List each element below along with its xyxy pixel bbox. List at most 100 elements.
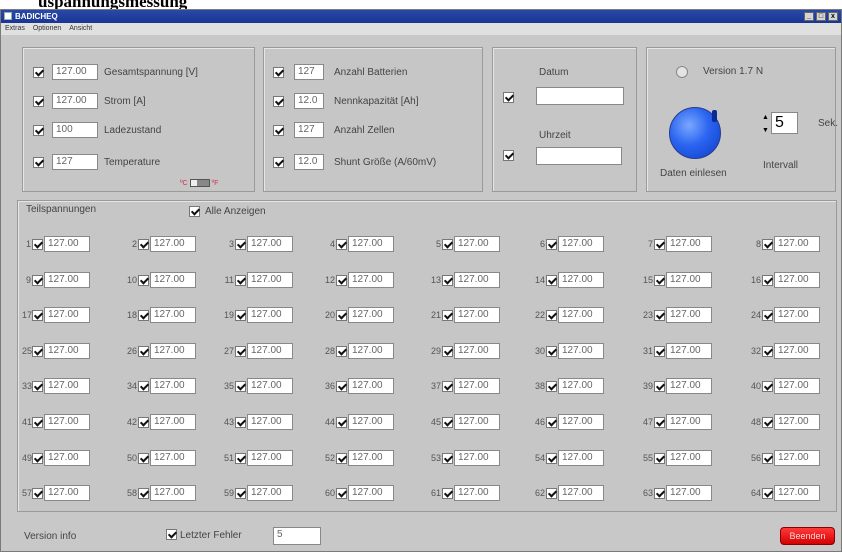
cell-value-field[interactable]: 127.00 — [247, 272, 293, 288]
cell-checkbox[interactable] — [442, 238, 453, 250]
cell-value-field[interactable]: 127.00 — [348, 343, 394, 359]
cell-value-field[interactable]: 127.00 — [666, 307, 712, 323]
cell-checkbox[interactable] — [138, 309, 149, 321]
measurement-checkbox[interactable] — [33, 66, 44, 78]
cell-checkbox[interactable] — [442, 274, 453, 286]
battery-field[interactable]: 127 — [294, 122, 324, 138]
cell-checkbox[interactable] — [762, 238, 773, 250]
cell-value-field[interactable]: 127.00 — [454, 343, 500, 359]
cell-checkbox[interactable] — [442, 416, 453, 428]
cell-value-field[interactable]: 127.00 — [247, 485, 293, 501]
measurement-checkbox[interactable] — [33, 124, 44, 136]
unit-toggle-track[interactable] — [189, 179, 210, 187]
cell-value-field[interactable]: 127.00 — [348, 378, 394, 394]
cell-checkbox[interactable] — [654, 487, 665, 499]
cell-checkbox[interactable] — [654, 309, 665, 321]
cell-value-field[interactable]: 127.00 — [666, 485, 712, 501]
cell-checkbox[interactable] — [546, 345, 557, 357]
cell-checkbox[interactable] — [762, 309, 773, 321]
cell-value-field[interactable]: 127.00 — [558, 272, 604, 288]
cell-checkbox[interactable] — [546, 238, 557, 250]
cell-value-field[interactable]: 127.00 — [247, 343, 293, 359]
date-checkbox[interactable] — [503, 92, 514, 103]
cell-checkbox[interactable] — [138, 487, 149, 499]
cell-checkbox[interactable] — [442, 345, 453, 357]
cell-checkbox[interactable] — [336, 309, 347, 321]
cell-value-field[interactable]: 127.00 — [247, 307, 293, 323]
cell-value-field[interactable]: 127.00 — [348, 272, 394, 288]
cell-checkbox[interactable] — [762, 416, 773, 428]
time-checkbox[interactable] — [503, 150, 514, 161]
cell-checkbox[interactable] — [235, 380, 246, 392]
cell-value-field[interactable]: 127.00 — [774, 485, 820, 501]
cell-value-field[interactable]: 127.00 — [44, 272, 90, 288]
cell-value-field[interactable]: 127.00 — [44, 378, 90, 394]
cell-value-field[interactable]: 127.00 — [774, 236, 820, 252]
cell-value-field[interactable]: 127.00 — [666, 414, 712, 430]
cell-checkbox[interactable] — [654, 274, 665, 286]
interval-spinner[interactable]: ▲ ▼ — [762, 113, 771, 135]
cell-checkbox[interactable] — [546, 380, 557, 392]
cell-value-field[interactable]: 127.00 — [150, 485, 196, 501]
cell-value-field[interactable]: 127.00 — [348, 307, 394, 323]
cell-checkbox[interactable] — [442, 380, 453, 392]
cell-value-field[interactable]: 127.00 — [666, 378, 712, 394]
cell-value-field[interactable]: 127.00 — [247, 236, 293, 252]
cell-checkbox[interactable] — [546, 416, 557, 428]
battery-checkbox[interactable] — [273, 124, 284, 136]
cell-checkbox[interactable] — [32, 238, 43, 250]
cell-checkbox[interactable] — [235, 345, 246, 357]
cell-checkbox[interactable] — [235, 452, 246, 464]
cell-value-field[interactable]: 127.00 — [558, 236, 604, 252]
cell-checkbox[interactable] — [235, 309, 246, 321]
cell-checkbox[interactable] — [138, 345, 149, 357]
cell-checkbox[interactable] — [442, 309, 453, 321]
menu-ansicht[interactable]: Ansicht — [69, 23, 92, 35]
cell-checkbox[interactable] — [138, 238, 149, 250]
cell-value-field[interactable]: 127.00 — [348, 236, 394, 252]
cell-checkbox[interactable] — [442, 452, 453, 464]
cell-value-field[interactable]: 127.00 — [558, 450, 604, 466]
cell-checkbox[interactable] — [32, 487, 43, 499]
cell-checkbox[interactable] — [762, 380, 773, 392]
cell-checkbox[interactable] — [654, 345, 665, 357]
cell-checkbox[interactable] — [235, 416, 246, 428]
cell-value-field[interactable]: 127.00 — [150, 378, 196, 394]
cell-value-field[interactable]: 127.00 — [247, 378, 293, 394]
cell-checkbox[interactable] — [336, 487, 347, 499]
cell-checkbox[interactable] — [546, 487, 557, 499]
cell-checkbox[interactable] — [336, 274, 347, 286]
cell-checkbox[interactable] — [32, 380, 43, 392]
cell-value-field[interactable]: 127.00 — [774, 414, 820, 430]
cell-value-field[interactable]: 127.00 — [774, 378, 820, 394]
cell-value-field[interactable]: 127.00 — [454, 485, 500, 501]
cell-value-field[interactable]: 127.00 — [348, 450, 394, 466]
cell-value-field[interactable]: 127.00 — [150, 272, 196, 288]
interval-field[interactable]: 5 — [771, 112, 798, 134]
cell-checkbox[interactable] — [32, 309, 43, 321]
cell-checkbox[interactable] — [762, 452, 773, 464]
cell-checkbox[interactable] — [654, 452, 665, 464]
battery-checkbox[interactable] — [273, 156, 284, 168]
measurement-field[interactable]: 100 — [52, 122, 98, 138]
cell-checkbox[interactable] — [32, 452, 43, 464]
cell-checkbox[interactable] — [442, 487, 453, 499]
cell-value-field[interactable]: 127.00 — [150, 414, 196, 430]
minimize-button[interactable]: _ — [804, 12, 814, 21]
cell-checkbox[interactable] — [336, 452, 347, 464]
maximize-button[interactable]: □ — [816, 12, 826, 21]
battery-field[interactable]: 12.0 — [294, 93, 324, 109]
cell-value-field[interactable]: 127.00 — [247, 414, 293, 430]
cell-value-field[interactable]: 127.00 — [44, 236, 90, 252]
measurement-checkbox[interactable] — [33, 156, 44, 168]
cell-checkbox[interactable] — [762, 274, 773, 286]
cell-checkbox[interactable] — [654, 416, 665, 428]
cell-value-field[interactable]: 127.00 — [454, 236, 500, 252]
spin-up-icon[interactable]: ▲ — [762, 113, 771, 122]
cell-value-field[interactable]: 127.00 — [44, 450, 90, 466]
menu-optionen[interactable]: Optionen — [33, 23, 61, 35]
temperature-unit-toggle[interactable]: ºC ºF — [180, 179, 218, 187]
cell-value-field[interactable]: 127.00 — [44, 485, 90, 501]
cell-value-field[interactable]: 127.00 — [150, 307, 196, 323]
close-button[interactable]: x — [828, 12, 838, 21]
